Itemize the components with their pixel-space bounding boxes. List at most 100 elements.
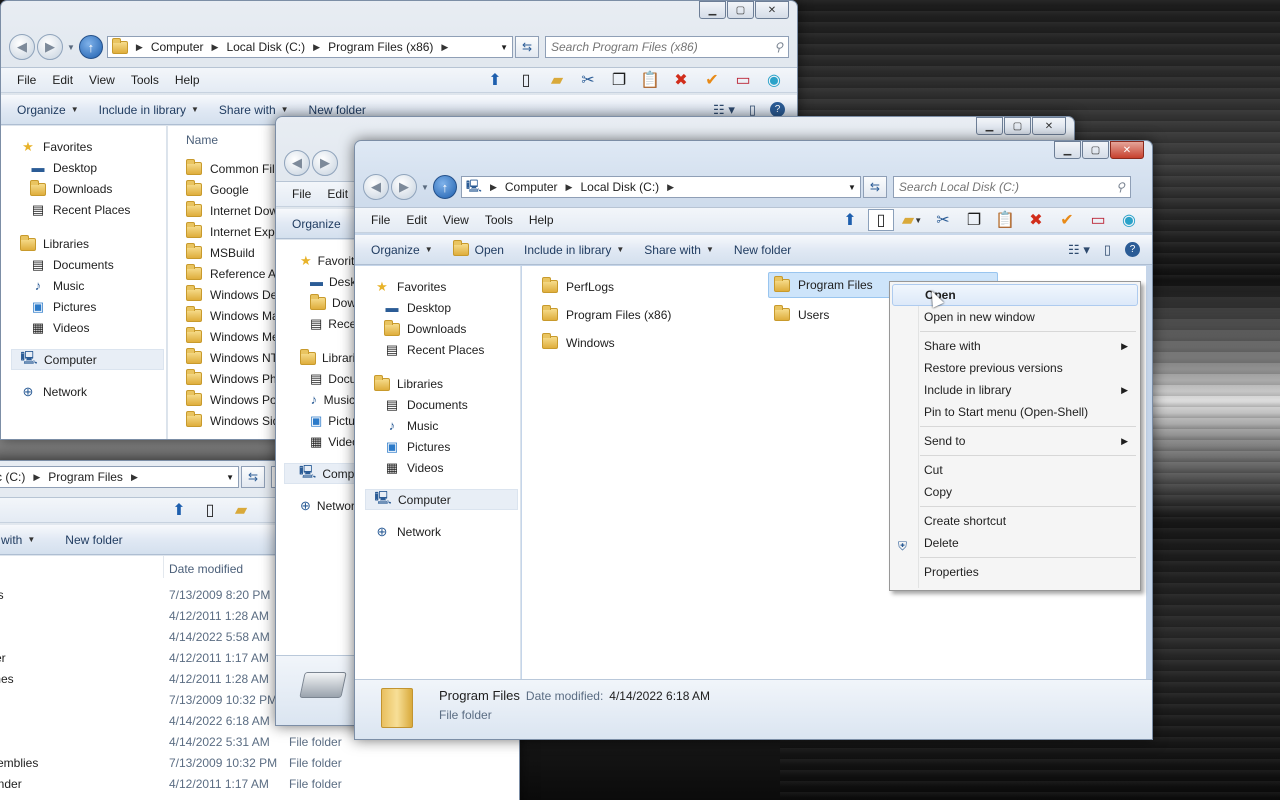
address-bar[interactable]: ▶ Computer ▶ Local Disk (C:) ▶ Program F… [106, 36, 513, 58]
nav-pictures[interactable]: ▣Pictures [1, 296, 166, 317]
nav-favorites[interactable]: ★Favorites [1, 136, 166, 157]
preview-pane-icon[interactable]: ▯ [513, 69, 539, 91]
close-button[interactable]: ✕ [1110, 141, 1144, 159]
organize-button[interactable]: Organize ▼ [365, 243, 447, 257]
nav-libraries[interactable]: Libraries [355, 373, 520, 394]
refresh-icon[interactable]: ⇆ [862, 176, 887, 198]
nav-favorites[interactable]: ★Favorites [276, 250, 355, 271]
nav-network[interactable]: ⊕Network [1, 381, 166, 402]
refresh-icon[interactable]: ⇆ [515, 36, 539, 58]
maximize-button[interactable]: ▢ [1082, 141, 1109, 159]
ctx-copy[interactable]: Copy [892, 481, 1138, 503]
folder-options-icon[interactable]: ▰ [544, 69, 570, 91]
new-folder-button[interactable]: New folder [303, 103, 380, 117]
menu-file[interactable]: File [9, 73, 44, 87]
folder-perflogs[interactable]: PerfLogs [542, 276, 614, 297]
preview-pane-icon[interactable]: ▯ [868, 209, 894, 231]
share-with-button[interactable]: e with▼ [0, 533, 49, 547]
nav-desktop[interactable]: ▬Desktop [276, 271, 355, 292]
search-icon[interactable]: ⚲ [774, 40, 783, 54]
ctx-delete[interactable]: ⛨ Delete [892, 532, 1138, 554]
help-icon[interactable]: ? [770, 102, 785, 117]
nav-music[interactable]: ♪ Music [355, 415, 520, 436]
nav-videos[interactable]: ▦Videos [1, 317, 166, 338]
ctx-properties[interactable]: Properties [892, 561, 1138, 583]
ctx-restore-previous-versions[interactable]: Restore previous versions [892, 357, 1138, 379]
breadcrumb-local-disk[interactable]: Local Disk (C:) [580, 180, 659, 194]
folder-windows[interactable]: Windows [542, 332, 615, 353]
nav-music[interactable]: ♪ Music [1, 275, 166, 296]
up-icon[interactable]: ⬆ [482, 69, 508, 91]
breadcrumb-local-disk[interactable]: c (C:) [0, 470, 25, 484]
new-folder-button[interactable]: New folder [49, 533, 136, 547]
close-button[interactable]: ✕ [1032, 117, 1066, 135]
nav-favorites[interactable]: ★Favorites [355, 276, 520, 297]
search-box[interactable]: ⚲ [892, 176, 1131, 198]
menu-view[interactable]: View [435, 213, 477, 227]
organize-button[interactable]: Organize ▼ [11, 103, 93, 117]
menu-tools[interactable]: Tools [123, 73, 167, 87]
preview-pane-icon[interactable]: ▯ [1104, 242, 1111, 258]
folder-options-icon[interactable]: ▰ ▼ [899, 209, 925, 231]
maximize-button[interactable]: ▢ [1004, 117, 1031, 135]
rename-icon[interactable]: ▭ [1085, 209, 1111, 231]
menu-file[interactable]: File [363, 213, 398, 227]
breadcrumb-program-files[interactable]: Program Files [48, 470, 123, 484]
menu-help[interactable]: Help [521, 213, 562, 227]
checkmark-icon[interactable]: ✔ [1054, 209, 1080, 231]
search-input[interactable] [551, 40, 775, 54]
nav-network[interactable]: ⊕Network [355, 521, 520, 542]
address-dropdown[interactable]: ▼ [500, 43, 508, 52]
delete-icon[interactable]: ✖ [668, 69, 694, 91]
ctx-share-with[interactable]: Share with ▶ [892, 335, 1138, 357]
nav-downloads[interactable]: Downloads [355, 318, 520, 339]
back-button[interactable]: ◀ [9, 34, 35, 60]
back-button[interactable]: ◀ [284, 150, 310, 176]
maximize-button[interactable]: ▢ [727, 1, 754, 19]
nav-desktop[interactable]: ▬Desktop [355, 297, 520, 318]
forward-button[interactable]: ▶ [391, 174, 417, 200]
nav-computer[interactable]: 🖳Computer [365, 489, 518, 510]
cut-icon[interactable]: ✂ [575, 69, 601, 91]
new-folder-button[interactable]: New folder [728, 243, 805, 257]
breadcrumb-computer[interactable]: Computer [505, 180, 558, 194]
menu-edit[interactable]: Edit [44, 73, 81, 87]
copy-icon[interactable]: ❐ [606, 69, 632, 91]
folder-options-icon[interactable]: ▰ [228, 499, 254, 521]
nav-computer[interactable]: 🖳Computer [11, 349, 164, 370]
paste-icon[interactable]: 📋 [992, 209, 1018, 231]
recent-pages-dropdown[interactable]: ▼ [67, 43, 75, 52]
ctx-pin-to-start[interactable]: Pin to Start menu (Open-Shell) [892, 401, 1138, 423]
nav-downloads[interactable]: Downloads [276, 292, 355, 313]
nav-computer[interactable]: 🖳Computer [284, 463, 355, 484]
address-bar[interactable]: 🖳 ▶ Computer ▶ Local Disk (C:) ▶ ▼ [460, 176, 861, 198]
ctx-include-in-library[interactable]: Include in library ▶ [892, 379, 1138, 401]
nav-pictures[interactable]: ▣Pictures [276, 410, 355, 431]
breadcrumb-local-disk[interactable]: Local Disk (C:) [226, 40, 305, 54]
ctx-create-shortcut[interactable]: Create shortcut [892, 510, 1138, 532]
minimize-button[interactable]: ▁ [976, 117, 1003, 135]
table-row[interactable]: semblies 7/13/2009 10:32 PM File folder [0, 752, 519, 773]
nav-libraries[interactable]: Libraries [1, 233, 166, 254]
nav-documents[interactable]: ▤Documents [276, 368, 355, 389]
rename-icon[interactable]: ▭ [730, 69, 756, 91]
menu-edit[interactable]: Edit [319, 187, 356, 201]
search-input[interactable] [898, 180, 1117, 194]
nav-recent-places[interactable]: ▤Recent Places [355, 339, 520, 360]
nav-recent-places[interactable]: ▤Recent Places [276, 313, 355, 334]
ctx-cut[interactable]: Cut [892, 459, 1138, 481]
open-button[interactable]: Open [447, 240, 518, 257]
menu-help[interactable]: Help [167, 73, 208, 87]
shell-icon[interactable]: ◉ [761, 69, 787, 91]
nav-videos[interactable]: ▦Videos [276, 431, 355, 452]
address-bar[interactable]: c (C:) ▶ Program Files ▶ ▼ [0, 466, 239, 488]
ctx-send-to[interactable]: Send to ▶ [892, 430, 1138, 452]
menu-view[interactable]: View [81, 73, 123, 87]
recent-pages-dropdown[interactable]: ▼ [421, 183, 429, 192]
paste-icon[interactable]: 📋 [637, 69, 663, 91]
nav-libraries[interactable]: Libraries [276, 347, 355, 368]
ctx-open-new-window[interactable]: Open in new window [892, 306, 1138, 328]
share-with-button[interactable]: Share with ▼ [213, 103, 303, 117]
folder-users[interactable]: Users [774, 304, 829, 325]
table-row[interactable]: ender 4/12/2011 1:17 AM File folder [0, 773, 519, 794]
